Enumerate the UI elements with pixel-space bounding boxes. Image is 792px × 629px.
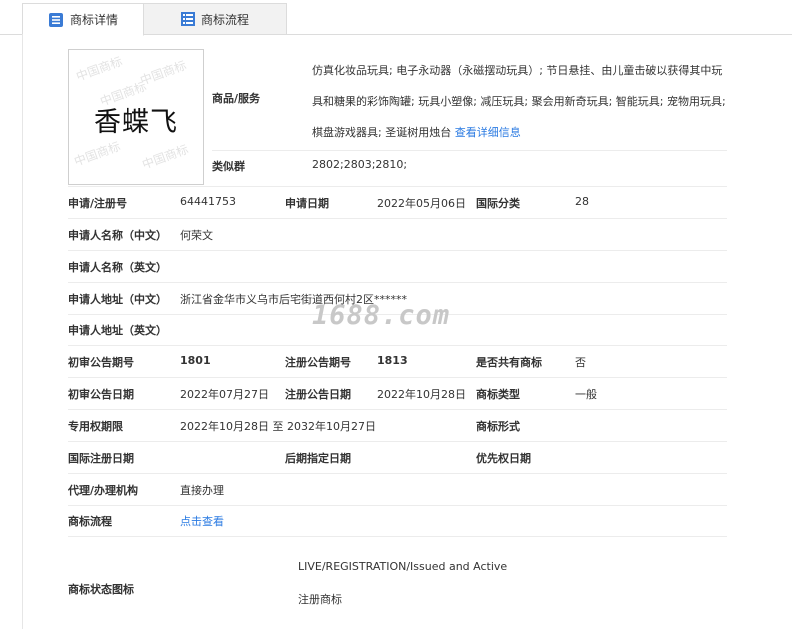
apply-date-label: 申请日期 <box>285 197 329 210</box>
apply-date-value: 2022年05月06日 <box>377 197 466 210</box>
prelim-no-value: 1801 <box>180 354 211 367</box>
divider <box>68 250 727 251</box>
reg-pub-date-value: 2022年10月28日 <box>377 388 466 401</box>
applicant-cn-label: 申请人名称（中文） <box>68 229 167 242</box>
tab-label: 商标流程 <box>200 12 249 27</box>
shared-label: 是否共有商标 <box>476 356 542 369</box>
status-value-cn: 注册商标 <box>298 593 342 606</box>
divider <box>68 473 727 474</box>
divider <box>68 186 727 187</box>
mark-type-label: 商标类型 <box>476 388 520 401</box>
tab-trademark-process[interactable]: 商标流程 <box>143 3 287 35</box>
reg-no-label: 申请/注册号 <box>68 197 128 210</box>
divider <box>68 345 727 346</box>
trademark-name: 香蝶飞 <box>94 107 178 138</box>
prelim-date-label: 初审公告日期 <box>68 388 134 401</box>
similar-group-value: 2802;2803;2810; <box>312 158 408 171</box>
divider <box>68 505 727 506</box>
divider <box>68 377 727 378</box>
prelim-no-label: 初审公告期号 <box>68 356 134 369</box>
view-details-link[interactable]: 查看详细信息 <box>455 126 521 139</box>
agent-label: 代理/办理机构 <box>68 484 139 497</box>
tab-label: 商标详情 <box>69 13 118 27</box>
intl-class-label: 国际分类 <box>476 197 520 210</box>
exclusive-value: 2022年10月28日 至 2032年10月27日 <box>180 420 376 433</box>
reg-no-value: 64441753 <box>180 195 236 208</box>
applicant-en-label: 申请人名称（英文） <box>68 261 167 274</box>
divider <box>68 441 727 442</box>
shared-value: 否 <box>575 356 586 369</box>
mark-type-value: 一般 <box>575 388 597 401</box>
status-value-en: LIVE/REGISTRATION/Issued and Active <box>298 560 508 573</box>
intl-class-value: 28 <box>575 195 589 208</box>
reg-pub-no-value: 1813 <box>377 354 408 367</box>
divider <box>68 282 727 283</box>
intl-reg-date-label: 国际注册日期 <box>68 452 134 465</box>
reg-pub-no-label: 注册公告期号 <box>285 356 351 369</box>
tab-trademark-details[interactable]: 商标详情 <box>22 3 144 36</box>
tab-bar: 商标详情 商标流程 <box>0 0 792 36</box>
process-label: 商标流程 <box>68 515 112 528</box>
document-icon <box>48 12 64 28</box>
similar-group-label: 类似群 <box>212 160 245 173</box>
goods-list: 仿真化妆品玩具; 电子永动器（永磁摆动玩具）; 节日悬挂、由儿童击破以获得其中玩… <box>312 55 732 148</box>
trademark-image[interactable]: 中国商标 中国商标 中国商标 中国商标 中国商标 香蝶飞 <box>68 49 204 185</box>
goods-label: 商品/服务 <box>212 92 261 105</box>
exclusive-label: 专用权期限 <box>68 420 123 433</box>
later-date-label: 后期指定日期 <box>285 452 351 465</box>
mark-form-label: 商标形式 <box>476 420 520 433</box>
divider <box>68 536 727 537</box>
reg-pub-date-label: 注册公告日期 <box>285 388 351 401</box>
agent-value: 直接办理 <box>180 484 224 497</box>
address-en-label: 申请人地址（英文） <box>68 324 167 337</box>
prelim-date-value: 2022年07月27日 <box>180 388 269 401</box>
view-process-link[interactable]: 点击查看 <box>180 513 224 529</box>
divider <box>212 150 727 151</box>
status-label: 商标状态图标 <box>68 583 134 596</box>
watermark-text: 中国商标 <box>140 142 191 172</box>
priority-date-label: 优先权日期 <box>476 452 531 465</box>
site-watermark: 1688.com <box>312 300 451 331</box>
list-icon <box>180 12 195 26</box>
divider <box>68 218 727 219</box>
watermark-text: 中国商标 <box>74 54 125 84</box>
content-border <box>22 34 23 629</box>
divider <box>68 409 727 410</box>
applicant-cn-value: 何荣文 <box>180 229 213 242</box>
watermark-text: 中国商标 <box>72 139 123 169</box>
address-cn-label: 申请人地址（中文） <box>68 293 167 306</box>
